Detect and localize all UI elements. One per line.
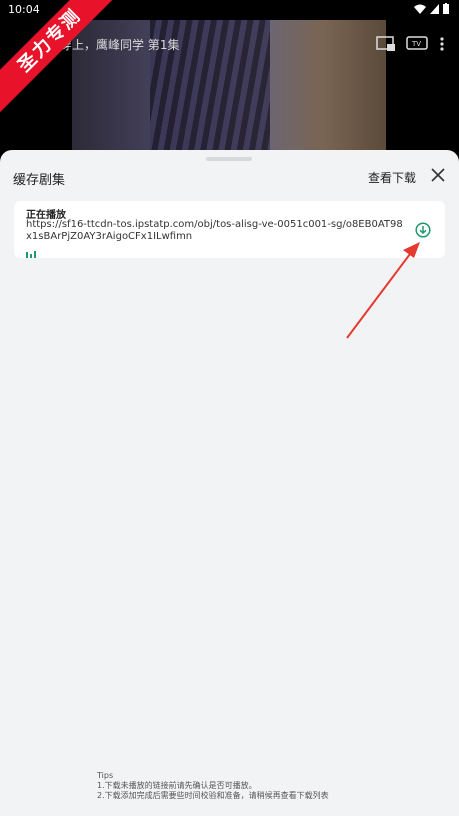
episode-card[interactable]: 正在播放 https://sf16-ttcdn-tos.ipstatp.com/… xyxy=(14,201,445,258)
pip-icon[interactable] xyxy=(376,36,396,52)
cache-episodes-sheet: 缓存剧集 查看下载 正在播放 https://sf16-ttcdn-tos.ip… xyxy=(0,150,459,816)
playing-bars-icon xyxy=(26,251,36,258)
status-time: 10:04 xyxy=(8,3,40,16)
tips-section: Tips 1.下载未播放的链接前请先确认是否可播放。 2.下载添加完成后需要些时… xyxy=(97,771,329,801)
battery-icon xyxy=(443,3,449,14)
wifi-icon xyxy=(414,4,426,14)
svg-text:TV: TV xyxy=(411,40,421,48)
status-icons xyxy=(414,3,449,14)
sheet-title: 缓存剧集 xyxy=(13,173,66,188)
tips-heading: Tips xyxy=(97,771,114,780)
cast-tv-icon[interactable]: TV xyxy=(406,36,428,52)
more-icon[interactable] xyxy=(439,36,445,52)
video-title: 穿上，鹰峰同学 第1集 xyxy=(60,38,180,52)
drag-handle[interactable] xyxy=(206,157,252,161)
tips-line-2: 2.下载添加完成后需要些时间校验和准备，请稍候再查看下载列表 xyxy=(97,791,329,800)
tips-line-1: 1.下载未播放的链接前请先确认是否可播放。 xyxy=(97,781,257,790)
episode-url: https://sf16-ttcdn-tos.ipstatp.com/obj/t… xyxy=(26,219,403,242)
close-icon[interactable] xyxy=(429,166,447,184)
download-icon[interactable] xyxy=(415,222,431,238)
view-downloads-button[interactable]: 查看下载 xyxy=(368,169,416,186)
signal-icon xyxy=(430,3,439,14)
